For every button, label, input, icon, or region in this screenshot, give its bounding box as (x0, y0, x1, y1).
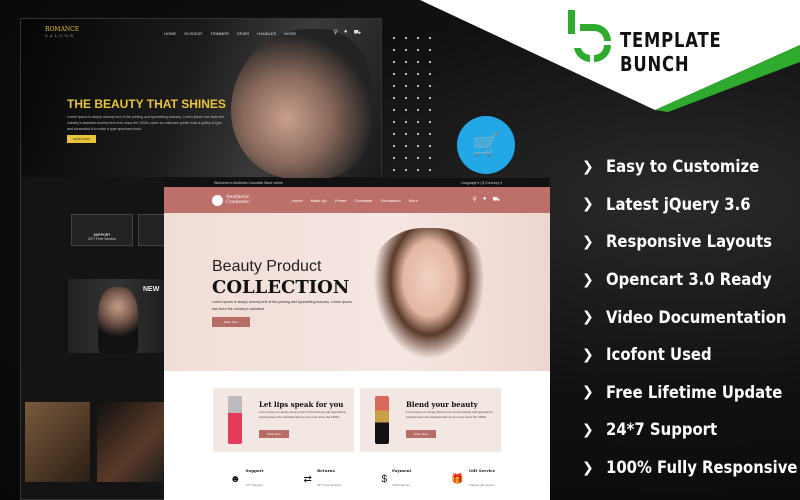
service-title: Payment (392, 468, 412, 473)
opencart-cart-icon: 🛒 (457, 116, 515, 174)
support-icon: ☻ (230, 474, 241, 485)
service-item: 🎁 Gift Service Support gift service (451, 468, 495, 491)
feature-label: 100% Fully Responsive (605, 458, 798, 478)
new-heading: NEW (143, 286, 160, 293)
shop-now-button[interactable]: Shop Now (212, 317, 250, 327)
card-title: Let lips speak for you (259, 400, 344, 409)
chevron-right-icon: ❯ (582, 196, 594, 213)
language-currency-select[interactable]: Language ▾ | $ Currency ▾ (461, 181, 502, 185)
card-title: Blend your beauty (406, 400, 478, 409)
category-image (25, 402, 90, 482)
card-shop-now-button[interactable]: Shop Now (259, 430, 289, 438)
feature-item: ❯ Icofont Used (582, 336, 800, 374)
chevron-right-icon: ❯ (582, 309, 594, 326)
lipstick-image (375, 396, 389, 444)
logo-text: Aesthetic Cosmetic (226, 193, 250, 205)
feature-item: ❯ Latest jQuery 3.6 (582, 186, 800, 224)
hero-title-line2: COLLECTION (212, 277, 350, 298)
service-title: Support (245, 468, 264, 473)
service-sub: 24*7 Support (245, 483, 264, 487)
menu-item[interactable]: Foundation (381, 198, 401, 203)
feature-item: ❯ Free Lifetime Update (582, 374, 800, 412)
menu-item[interactable]: Home (292, 198, 303, 203)
promo-card: Let lips speak for you Lorem Ipsum is si… (213, 388, 354, 452)
feature-item: ❯ 24*7 Support (582, 411, 800, 449)
nail-polish-image (228, 396, 242, 444)
chevron-right-icon: ❯ (582, 346, 594, 363)
top-bar: Welcome to Aesthetic Cosmetic Store onli… (164, 178, 550, 187)
chevron-right-icon: ❯ (582, 271, 594, 288)
logo-mark-icon (212, 194, 223, 206)
category-image (97, 402, 164, 482)
aesthetic-logo[interactable]: Aesthetic Cosmetic (212, 193, 254, 206)
service-item: $ Payment 100% Secure (381, 468, 411, 491)
user-icon[interactable]: ● (483, 196, 487, 204)
search-icon[interactable]: ⚲ (472, 196, 476, 204)
chevron-right-icon: ❯ (582, 158, 594, 175)
feature-label: Icofont Used (605, 345, 712, 365)
light-nav: Aesthetic Cosmetic Home Make Up Primer C… (164, 187, 550, 213)
support-sub: 24*7 Free Service (87, 237, 116, 241)
feature-item: ❯ Opencart 3.0 Ready (582, 261, 800, 299)
feature-list: ❯ Easy to Customize ❯ Latest jQuery 3.6 ❯ R… (582, 148, 800, 486)
returns-icon: ⇄ (303, 474, 312, 485)
feature-item: ❯ Responsive Layouts (582, 223, 800, 261)
feature-label: Responsive Layouts (605, 232, 772, 252)
menu-item[interactable]: Primer (335, 198, 347, 203)
model-image (98, 287, 138, 353)
feature-item: ❯ Video Documentation (582, 298, 800, 336)
service-item: ☻ Support 24*7 Support (230, 468, 264, 491)
feature-label: Easy to Customize (605, 157, 759, 177)
gift-icon: 🎁 (451, 474, 464, 485)
feature-label: Video Documentation (605, 307, 787, 327)
model-image (364, 228, 494, 373)
template-bunch-logo (568, 10, 611, 62)
service-sub: Support gift service (468, 483, 495, 487)
feature-label: Free Lifetime Update (605, 382, 783, 402)
hero-text: Lorem Ipsum is simply dummy text of the … (212, 300, 352, 311)
chevron-right-icon: ❯ (582, 459, 594, 476)
feature-label: Opencart 3.0 Ready (605, 270, 772, 290)
menu-item[interactable]: More (409, 198, 418, 203)
service-title: Returns (316, 468, 335, 473)
chevron-right-icon: ❯ (582, 233, 594, 250)
feature-label: Latest jQuery 3.6 (605, 194, 751, 214)
feature-label: 24*7 Support (605, 420, 717, 440)
chevron-right-icon: ❯ (582, 384, 594, 401)
service-sub: 100% Secure (392, 483, 411, 487)
hero-title-line1: Beauty Product (212, 258, 322, 275)
card-text: Lorem Ipsum is simply dummy text of the … (259, 410, 346, 420)
dark-shop-now-button[interactable]: SHOP NOW (67, 135, 96, 143)
card-text: Lorem Ipsum is simply dummy text of the … (406, 410, 493, 420)
service-sub: 24*7 Free Returns (316, 483, 342, 487)
light-theme-preview: Welcome to Aesthetic Cosmetic Store onli… (164, 178, 550, 500)
brand-name: TEMPLATE BUNCH (620, 28, 722, 76)
cart-icon[interactable]: ⛟ (492, 196, 500, 204)
service-item: ⇄ Returns 24*7 Free Returns (304, 468, 342, 491)
support-box: SUPPORT 24*7 Free Service (71, 214, 133, 246)
menu-item[interactable]: Concealer (354, 198, 372, 203)
feature-item: ❯ 100% Fully Responsive (582, 449, 800, 487)
services-row: ☻ Support 24*7 Support ⇄ Returns 24*7 Free R… (230, 468, 495, 491)
card-shop-now-button[interactable]: Shop Now (406, 430, 436, 438)
chevron-right-icon: ❯ (582, 421, 594, 438)
payment-icon: $ (381, 474, 388, 485)
feature-item: ❯ Easy to Customize (582, 148, 800, 186)
welcome-text: Welcome to Aesthetic Cosmetic Store onli… (214, 180, 283, 185)
promo-card: Blend your beauty Lorem Ipsum is simply … (360, 388, 501, 452)
service-title: Gift Service (468, 468, 496, 473)
light-hero-banner: Beauty Product COLLECTION Lorem Ipsum is… (164, 213, 550, 373)
menu-item[interactable]: Make Up (311, 198, 327, 203)
